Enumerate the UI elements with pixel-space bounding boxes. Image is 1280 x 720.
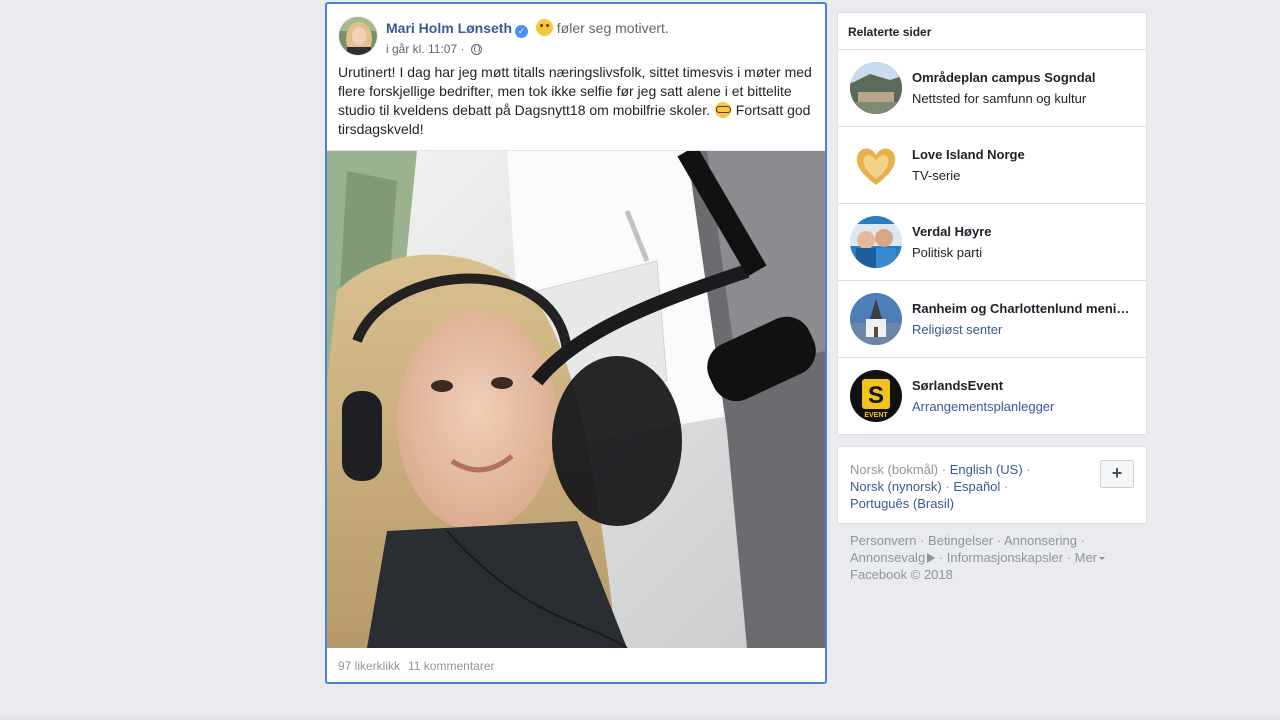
related-page-item[interactable]: Verdal Høyre Politisk parti [838, 204, 1146, 281]
post-photo[interactable] [327, 151, 825, 648]
svg-text:EVENT: EVENT [864, 412, 888, 419]
current-language: Norsk (bokmål) [850, 462, 939, 477]
related-page-category: Politisk parti [912, 245, 983, 260]
related-page-category: TV-serie [912, 168, 961, 183]
related-pages-panel: Relaterte sider Områdeplan campus Sognda… [837, 12, 1147, 435]
footer-link-advertising[interactable]: Annonsering [1004, 533, 1077, 548]
page-footer: Personvern · Betingelser · Annonsering ·… [850, 532, 1140, 583]
post-text: Urutinert! I dag har jeg møtt titalls næ… [338, 63, 820, 139]
copyright: Facebook © 2018 [850, 567, 953, 582]
likes-count[interactable]: 97 likerklikk [338, 659, 400, 673]
feeling-emoji-icon [535, 19, 553, 36]
post-meta: i går kl. 11:07 · [386, 42, 482, 56]
post-timestamp[interactable]: i går kl. 11:07 · [386, 42, 464, 56]
related-page-item[interactable]: S EVENT SørlandsEvent Arrangementsplanle… [838, 358, 1146, 435]
nerd-emoji-icon [714, 102, 731, 118]
related-page-thumb[interactable] [850, 139, 902, 191]
related-page-name[interactable]: Verdal Høyre [912, 224, 1136, 239]
footer-link-privacy[interactable]: Personvern [850, 533, 916, 548]
footer-link-terms[interactable]: Betingelser [928, 533, 993, 548]
related-page-item[interactable]: Områdeplan campus Sogndal Nettsted for s… [838, 50, 1146, 127]
add-language-button[interactable]: + [1100, 460, 1134, 488]
related-page-name[interactable]: Områdeplan campus Sogndal [912, 70, 1136, 85]
language-list: Norsk (bokmål) · English (US) · Norsk (n… [850, 462, 1031, 511]
related-page-item[interactable]: Love Island Norge TV-serie [838, 127, 1146, 204]
language-option[interactable]: Norsk (nynorsk) [850, 479, 942, 494]
language-option[interactable]: English (US) [950, 462, 1023, 477]
footer-link-adchoices[interactable]: Annonsevalg [850, 550, 925, 565]
footer-link-more[interactable]: Mer [1075, 550, 1097, 565]
language-option[interactable]: Português (Brasil) [850, 496, 954, 511]
language-option[interactable]: Español [953, 479, 1000, 494]
post-stats: 97 likerklikk 11 kommentarer [338, 659, 495, 673]
svg-text:S: S [868, 382, 884, 409]
globe-icon[interactable] [470, 44, 482, 55]
bottom-shadow [0, 714, 1280, 720]
related-page-thumb[interactable]: S EVENT [850, 370, 902, 422]
related-pages-title: Relaterte sider [838, 13, 1146, 50]
language-panel: Norsk (bokmål) · English (US) · Norsk (n… [837, 446, 1147, 524]
related-page-thumb[interactable] [850, 62, 902, 114]
verified-icon: ✓ [515, 25, 529, 38]
author-line: Mari Holm Lønseth ✓ føler seg motivert. [386, 19, 669, 38]
comments-count[interactable]: 11 kommentarer [408, 659, 494, 673]
adchoices-icon[interactable] [927, 553, 936, 563]
post-header: Mari Holm Lønseth ✓ føler seg motivert. i… [338, 16, 815, 58]
related-page-name[interactable]: Ranheim og Charlottenlund menighet [912, 301, 1136, 316]
related-page-thumb[interactable] [850, 293, 902, 345]
related-page-category: Nettsted for samfunn og kultur [912, 91, 1087, 106]
post-card: Mari Holm Lønseth ✓ føler seg motivert. i… [325, 2, 827, 684]
related-page-name[interactable]: SørlandsEvent [912, 378, 1136, 393]
related-page-thumb[interactable] [850, 216, 902, 268]
footer-link-cookies[interactable]: Informasjonskapsler [947, 550, 1063, 565]
feeling-text: føler seg motivert. [556, 20, 669, 36]
chevron-down-icon[interactable] [1099, 557, 1106, 560]
author-name[interactable]: Mari Holm Lønseth [386, 20, 512, 36]
related-page-category[interactable]: Religiøst senter [912, 322, 1002, 337]
related-page-name[interactable]: Love Island Norge [912, 147, 1136, 162]
related-page-category[interactable]: Arrangementsplanlegger [912, 399, 1054, 414]
author-avatar[interactable] [338, 16, 378, 56]
related-page-item[interactable]: Ranheim og Charlottenlund menighet Relig… [838, 281, 1146, 358]
